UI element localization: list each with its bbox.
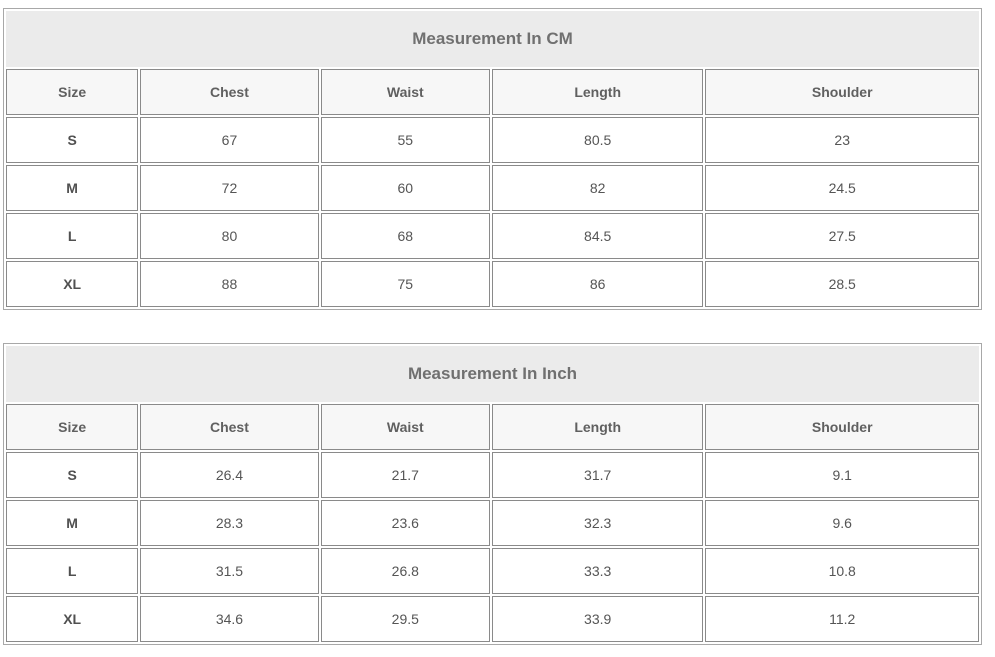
size-cell: XL <box>6 596 139 642</box>
table-title: Measurement In Inch <box>6 346 979 402</box>
chest-cell: 67 <box>140 117 319 163</box>
waist-cell: 26.8 <box>320 548 490 594</box>
length-cell: 82 <box>491 165 704 211</box>
size-cell: XL <box>6 261 139 307</box>
chest-cell: 31.5 <box>140 548 319 594</box>
length-cell: 31.7 <box>491 452 704 498</box>
column-header-waist: Waist <box>320 404 490 450</box>
shoulder-cell: 11.2 <box>705 596 979 642</box>
table-row: S 26.4 21.7 31.7 9.1 <box>6 452 979 498</box>
length-cell: 86 <box>491 261 704 307</box>
chest-cell: 72 <box>140 165 319 211</box>
table-row: XL 34.6 29.5 33.9 11.2 <box>6 596 979 642</box>
shoulder-cell: 23 <box>705 117 979 163</box>
shoulder-cell: 24.5 <box>705 165 979 211</box>
table-title: Measurement In CM <box>6 11 979 67</box>
shoulder-cell: 10.8 <box>705 548 979 594</box>
column-header-chest: Chest <box>140 69 319 115</box>
shoulder-cell: 28.5 <box>705 261 979 307</box>
waist-cell: 55 <box>320 117 490 163</box>
shoulder-cell: 9.6 <box>705 500 979 546</box>
column-header-waist: Waist <box>320 69 490 115</box>
size-chart-table-inch: Measurement In Inch Size Chest Waist Len… <box>3 343 982 645</box>
column-header-size: Size <box>6 404 139 450</box>
waist-cell: 75 <box>320 261 490 307</box>
size-cell: M <box>6 165 139 211</box>
table-header-row: Size Chest Waist Length Shoulder <box>6 69 979 115</box>
column-header-shoulder: Shoulder <box>705 69 979 115</box>
table-row: M 72 60 82 24.5 <box>6 165 979 211</box>
shoulder-cell: 27.5 <box>705 213 979 259</box>
table-row: XL 88 75 86 28.5 <box>6 261 979 307</box>
chest-cell: 28.3 <box>140 500 319 546</box>
chest-cell: 26.4 <box>140 452 319 498</box>
table-row: L 80 68 84.5 27.5 <box>6 213 979 259</box>
column-header-length: Length <box>491 404 704 450</box>
table-row: L 31.5 26.8 33.3 10.8 <box>6 548 979 594</box>
waist-cell: 68 <box>320 213 490 259</box>
size-cell: L <box>6 548 139 594</box>
length-cell: 84.5 <box>491 213 704 259</box>
length-cell: 80.5 <box>491 117 704 163</box>
shoulder-cell: 9.1 <box>705 452 979 498</box>
column-header-chest: Chest <box>140 404 319 450</box>
waist-cell: 23.6 <box>320 500 490 546</box>
size-cell: M <box>6 500 139 546</box>
length-cell: 33.3 <box>491 548 704 594</box>
size-chart-table-cm: Measurement In CM Size Chest Waist Lengt… <box>3 8 982 310</box>
chest-cell: 80 <box>140 213 319 259</box>
column-header-size: Size <box>6 69 139 115</box>
size-cell: S <box>6 117 139 163</box>
waist-cell: 21.7 <box>320 452 490 498</box>
size-cell: L <box>6 213 139 259</box>
chest-cell: 34.6 <box>140 596 319 642</box>
table-title-row: Measurement In Inch <box>6 346 979 402</box>
size-cell: S <box>6 452 139 498</box>
table-title-row: Measurement In CM <box>6 11 979 67</box>
waist-cell: 60 <box>320 165 490 211</box>
chest-cell: 88 <box>140 261 319 307</box>
table-row: S 67 55 80.5 23 <box>6 117 979 163</box>
length-cell: 33.9 <box>491 596 704 642</box>
table-row: M 28.3 23.6 32.3 9.6 <box>6 500 979 546</box>
column-header-shoulder: Shoulder <box>705 404 979 450</box>
table-header-row: Size Chest Waist Length Shoulder <box>6 404 979 450</box>
column-header-length: Length <box>491 69 704 115</box>
waist-cell: 29.5 <box>320 596 490 642</box>
length-cell: 32.3 <box>491 500 704 546</box>
